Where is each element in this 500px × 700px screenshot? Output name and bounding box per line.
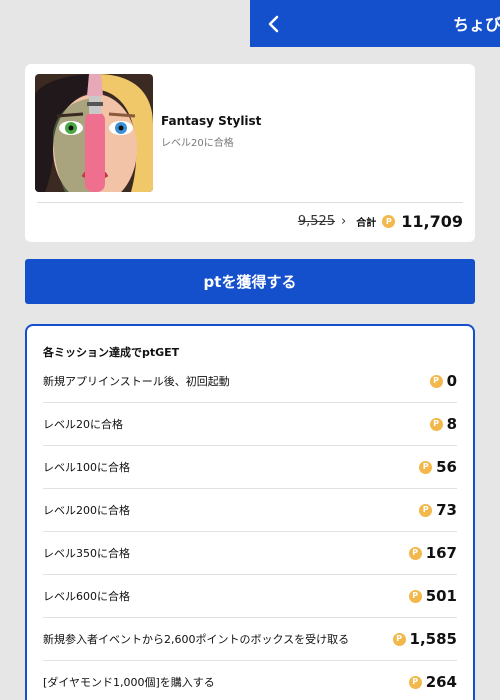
mission-row: 新規アプリインストール後、初回起動 P 0 xyxy=(43,360,457,403)
mission-points: P8 xyxy=(429,415,457,433)
mission-points-value: 56 xyxy=(436,458,457,476)
coin-icon: P xyxy=(429,417,443,431)
coin-icon: P xyxy=(408,589,422,603)
missions-panel: 各ミッション達成でptGET 新規アプリインストール後、初回起動 P 0 レベル20に… xyxy=(25,324,475,700)
mission-points-value: 73 xyxy=(436,501,457,519)
coin-icon: P xyxy=(382,215,396,228)
makeup-character-icon xyxy=(35,74,153,192)
mission-points: P 56 xyxy=(419,458,457,476)
mission-label: レベル350に合格 xyxy=(43,547,130,560)
mission-points: P 264 xyxy=(408,673,457,691)
chevron-right-icon: › xyxy=(341,214,347,229)
coin-icon: P xyxy=(392,632,406,646)
mission-points: P0 xyxy=(429,372,457,390)
app-name: Fantasy Stylist xyxy=(161,114,262,128)
back-button[interactable] xyxy=(250,0,298,47)
mission-points-value: 1,585 xyxy=(409,630,457,648)
mission-row: 新規参入者イベントから2,600ポイントのボックスを受け取る P 1,585 xyxy=(43,618,457,661)
mission-points-value: 8 xyxy=(446,415,457,433)
mission-label: レベル20に合格 xyxy=(43,418,123,431)
mission-label: 新規アプリインストール後、初回起動 xyxy=(43,375,230,388)
mission-points: P 1,585 xyxy=(392,630,457,648)
mission-row: レベル200に合格 P 73 xyxy=(43,489,457,532)
divider xyxy=(37,202,463,203)
app-card: Fantasy Stylist レベル20に合格 9,525 › 合計 P 11… xyxy=(25,64,475,242)
mission-label: 新規参入者イベントから2,600ポイントのボックスを受け取る xyxy=(43,633,350,646)
mission-points-value: 501 xyxy=(425,587,457,605)
coin-icon: P xyxy=(429,374,443,388)
page-title: ちょびリッチ xyxy=(453,15,500,34)
old-price: 9,525 xyxy=(297,214,336,229)
total-value: 11,709 xyxy=(401,212,463,231)
chevron-left-icon xyxy=(268,15,279,32)
coin-icon: P xyxy=(419,460,433,474)
mission-label: レベル100に合格 xyxy=(43,461,130,474)
mission-row: レベル350に合格 P 167 xyxy=(43,532,457,575)
coin-icon: P xyxy=(408,546,422,560)
mission-row: レベル20に合格 P 8 xyxy=(43,403,457,446)
mission-points: P 167 xyxy=(408,544,457,562)
missions-title: 各ミッション達成でptGET xyxy=(43,346,180,359)
mission-row: レベル600に合格 P 501 xyxy=(43,575,457,618)
mission-points-value: 167 xyxy=(425,544,457,562)
mission-label: [ダイヤモンド1,000個]を購入する xyxy=(43,676,215,689)
app-icon[interactable] xyxy=(35,74,153,192)
mission-points-value: 0 xyxy=(446,372,457,390)
coin-icon: P xyxy=(408,675,422,689)
top-bar: ちょびリッチ xyxy=(250,0,500,47)
price-row: 9,525 › 合計 P 11,709 xyxy=(298,212,463,231)
total-label: 合計 xyxy=(356,218,377,229)
app-subtitle: レベル20に合格 xyxy=(161,138,234,149)
mission-label: レベル200に合格 xyxy=(43,504,130,517)
mission-points: P 73 xyxy=(419,501,457,519)
mission-row: レベル100に合格 P 56 xyxy=(43,446,457,489)
get-points-button[interactable]: ptを獲得する xyxy=(25,259,475,304)
mission-label: レベル600に合格 xyxy=(43,590,130,603)
mission-points: P 501 xyxy=(408,587,457,605)
mission-row: [ダイヤモンド1,000個]を購入する P 264 xyxy=(43,661,457,700)
coin-icon: P xyxy=(419,503,433,517)
mission-points-value: 264 xyxy=(425,673,457,691)
